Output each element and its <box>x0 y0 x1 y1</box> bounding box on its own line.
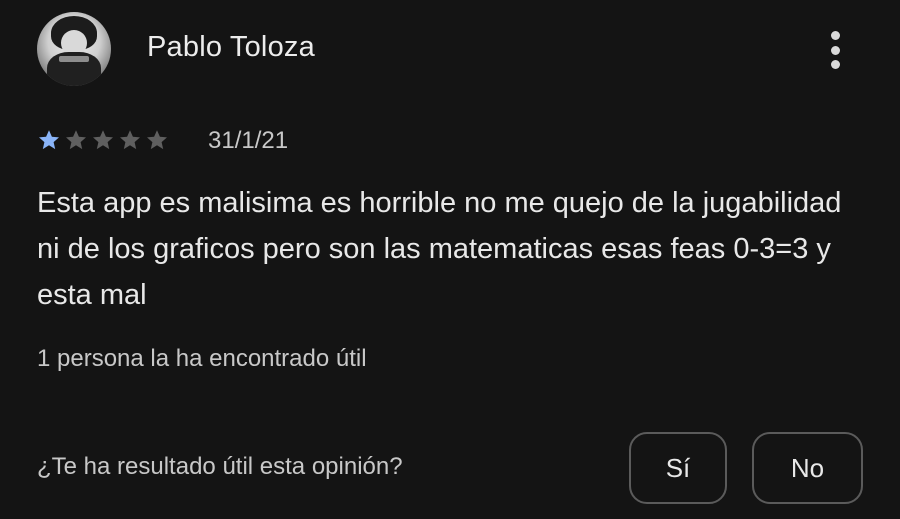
more-options-icon[interactable] <box>820 28 850 72</box>
review-card: Pablo Toloza 31/1/21 Esta app es malisim… <box>0 0 900 519</box>
review-text: Esta app es malisima es horrible no me q… <box>37 187 842 311</box>
author-name: Pablo Toloza <box>147 31 315 63</box>
star-empty-icon <box>147 130 167 150</box>
star-rating <box>37 128 169 152</box>
star-filled-icon <box>39 130 59 150</box>
dot <box>830 60 840 69</box>
dot <box>830 31 840 40</box>
review-date: 31/1/21 <box>208 127 289 154</box>
star-empty-icon <box>66 130 86 150</box>
avatar-shirt-print <box>59 56 89 62</box>
no-button[interactable]: No <box>752 432 863 504</box>
star-empty-icon <box>120 130 140 150</box>
helpful-count: 1 persona la ha encontrado útil <box>37 345 367 372</box>
user-avatar[interactable] <box>37 12 111 86</box>
dot <box>830 45 840 55</box>
yes-button[interactable]: Sí <box>629 432 727 504</box>
star-empty-icon <box>93 130 113 150</box>
helpful-question: ¿Te ha resultado útil esta opinión? <box>37 453 403 480</box>
